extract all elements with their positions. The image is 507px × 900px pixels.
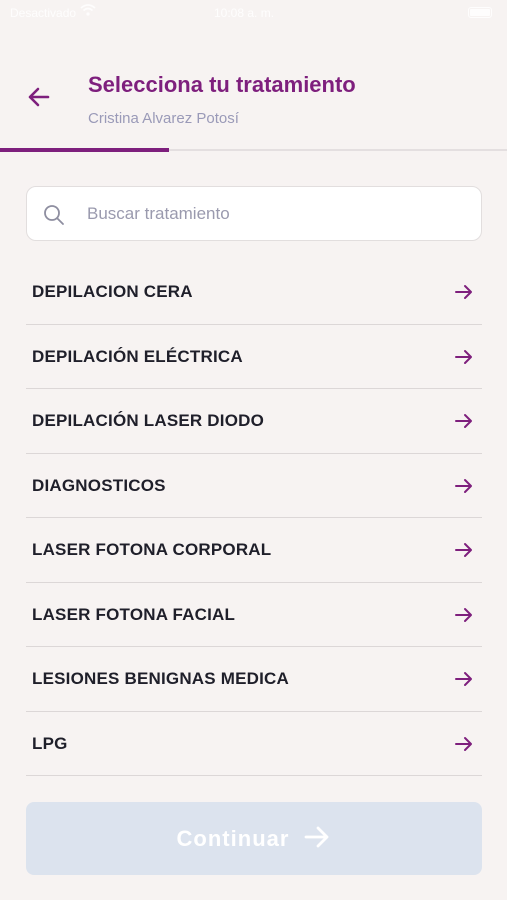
status-bar: Desactivado 10:08 a. m. xyxy=(0,0,507,28)
treatment-label: LASER FOTONA CORPORAL xyxy=(32,540,272,559)
carrier-label: Desactivado xyxy=(10,6,77,20)
arrow-right-icon xyxy=(454,282,474,307)
arrow-right-icon xyxy=(454,347,474,372)
battery-icon xyxy=(468,7,492,18)
clock: 10:08 a. m. xyxy=(214,6,275,20)
treatment-label: DEPILACIÓN ELÉCTRICA xyxy=(32,346,243,366)
arrow-right-icon xyxy=(303,825,331,852)
search-icon xyxy=(43,204,65,231)
patient-name: Cristina Alvarez Potosí xyxy=(88,110,239,127)
list-item[interactable]: DIAGNOSTICOS xyxy=(26,454,482,518)
continue-label: Continuar xyxy=(176,825,290,851)
arrow-right-icon xyxy=(454,669,474,694)
list-item[interactable]: LPG xyxy=(26,712,482,776)
page-title: Selecciona tu tratamiento xyxy=(88,72,356,97)
arrow-left-icon xyxy=(28,87,50,107)
arrow-right-icon xyxy=(454,476,474,501)
list-item[interactable]: LASER FOTONA CORPORAL xyxy=(26,518,482,583)
treatment-label: DEPILACION CERA xyxy=(32,282,193,301)
arrow-right-icon xyxy=(454,411,474,436)
treatment-label: LASER FOTONA FACIAL xyxy=(32,604,236,624)
list-item[interactable]: LESIONES BENIGNAS MEDICA xyxy=(26,647,482,712)
progress-bar xyxy=(0,148,507,152)
treatment-label: DIAGNOSTICOS xyxy=(32,475,166,495)
back-button[interactable] xyxy=(22,80,56,114)
treatment-label: LPG xyxy=(32,733,68,753)
header: Selecciona tu tratamiento Cristina Alvar… xyxy=(0,60,507,140)
list-item[interactable]: DEPILACION CERA xyxy=(26,260,482,325)
list-item[interactable]: DEPILACIÓN LASER DIODO xyxy=(26,389,482,454)
treatment-list: DEPILACION CERA DEPILACIÓN ELÉCTRICA DEPIL… xyxy=(26,260,482,776)
search-box[interactable] xyxy=(26,186,482,241)
treatment-label: LESIONES BENIGNAS MEDICA xyxy=(32,669,289,688)
arrow-right-icon xyxy=(454,605,474,630)
treatment-label: DEPILACIÓN LASER DIODO xyxy=(32,411,265,430)
continue-button[interactable]: Continuar xyxy=(26,802,482,875)
list-item[interactable]: LASER FOTONA FACIAL xyxy=(26,583,482,647)
list-item[interactable]: DEPILACIÓN ELÉCTRICA xyxy=(26,325,482,389)
wifi-icon xyxy=(80,3,96,20)
search-input[interactable] xyxy=(87,187,467,240)
arrow-right-icon xyxy=(454,540,474,565)
arrow-right-icon xyxy=(454,734,474,759)
progress-fill xyxy=(0,148,169,152)
